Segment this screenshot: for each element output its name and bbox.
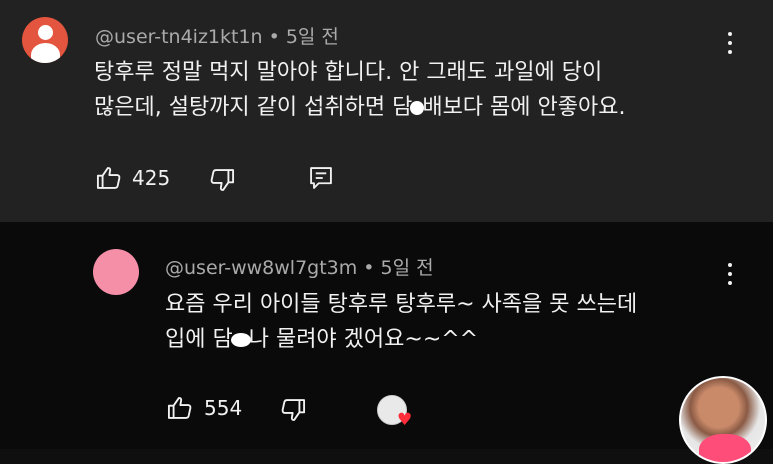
thumbs-down-icon[interactable] [208,166,236,194]
redaction-blot [230,333,251,347]
comment-author[interactable]: @user-ww8wl7gt3m [165,257,357,279]
separator-dot: • [268,26,280,48]
thumbs-down-icon[interactable] [279,396,307,424]
avatar[interactable] [93,249,139,295]
comment-text: 탕후루 정말 먹지 말아야 합니다. 안 그래도 과일에 당이 많은데, 설탕까… [94,55,625,125]
avatar-body-icon [31,43,60,63]
thumbs-up-icon[interactable] [95,164,123,192]
more-vert-icon[interactable] [720,261,740,289]
comment-text-line: 탕후루 정말 먹지 말아야 합니다. 안 그래도 과일에 당이 [94,60,603,85]
avatar[interactable] [22,17,68,63]
comment-text-line: 많은데, 설탕까지 같이 섭취하면 담 배보다 몸에 안좋아요. [94,95,626,120]
comment-time[interactable]: 5일 전 [286,26,339,48]
separator-dot: • [363,257,375,279]
comment-time[interactable]: 5일 전 [380,257,433,279]
comment-meta: @user-ww8wl7gt3m • 5일 전 [165,253,434,280]
video-thumbnail-figure [699,434,751,462]
comment-author[interactable]: @user-tn4iz1kt1n [95,26,263,48]
like-count: 425 [132,166,171,190]
comment-text-line: 요즘 우리 아이들 탕후루 탕후루~ 사족을 못 쓰는데 [165,292,638,317]
reply-icon[interactable] [307,164,335,192]
more-vert-icon[interactable] [720,30,740,58]
heart-icon: ♥ [397,410,413,430]
picture-in-picture-video[interactable] [679,376,767,464]
comment-meta: @user-tn4iz1kt1n • 5일 전 [95,22,339,49]
avatar-head-icon [38,25,53,40]
thumbs-up-icon[interactable] [166,394,194,422]
creator-heart-icon[interactable]: ♥ [375,393,413,430]
comment-text-line: 입에 담나 물려야 겠어요~~^^ [165,327,479,352]
like-count: 554 [204,396,243,420]
comment-text: 요즘 우리 아이들 탕후루 탕후루~ 사족을 못 쓰는데 입에 담나 물려야 겠… [165,287,637,357]
